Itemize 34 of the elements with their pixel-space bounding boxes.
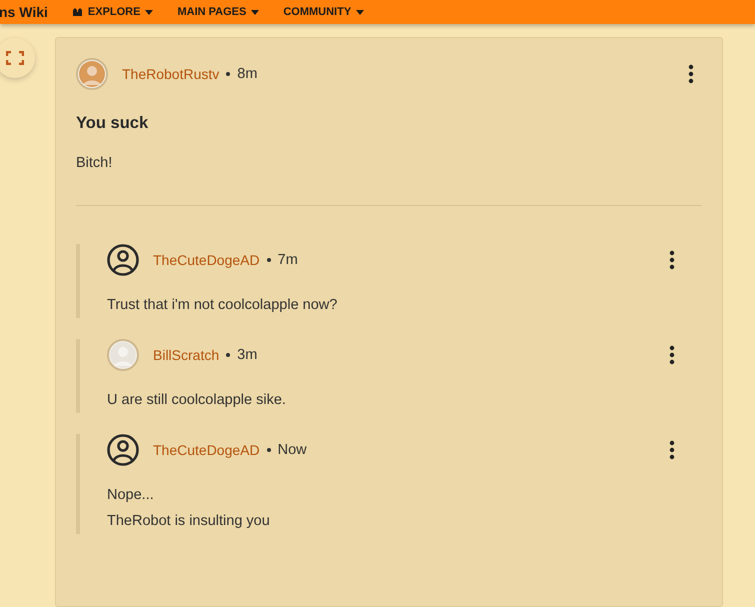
timestamp: 8m [237,66,258,82]
reply-text: U are still coolcolapple sike. [107,391,287,410]
reply-text: Trust that i'm not coolcolapple now? [107,296,338,315]
separator-dot-icon [266,448,271,452]
nav-menu-link[interactable]: COMMUNITY [283,6,352,18]
timestamp: 7m [278,252,298,268]
default-avatar-icon [107,244,139,276]
nav-menu-link[interactable]: MAIN PAGES [177,6,246,18]
timestamp: 3m [237,347,258,363]
separator-dot-icon [226,353,230,357]
caret-icon [145,10,154,14]
nav-menu-link[interactable]: EXPLORE [88,6,140,18]
caret-icon [251,10,260,14]
username-link[interactable]: TheCuteDogeAD [153,442,260,458]
more-options-icon[interactable] [669,250,675,270]
username-link[interactable]: TheRobotRustv [122,66,220,82]
username-link[interactable]: TheCuteDogeAD [153,252,260,268]
comment-text: Bitch! [76,155,114,171]
fullscreen-button[interactable] [0,38,35,78]
caret-icon [356,10,364,14]
site-title[interactable]: ns Wiki [0,4,48,20]
separator-dot-icon [266,258,271,262]
more-options-icon[interactable] [688,64,694,84]
reply-text: Nope... [107,486,155,505]
fullscreen-icon [6,51,24,65]
more-options-icon[interactable] [669,345,675,365]
username-link[interactable]: BillScratch [153,347,220,363]
timestamp: Now [278,442,307,458]
reply-text: TheRobot is insulting you [107,512,271,531]
separator-dot-icon [226,72,230,76]
explore-icon [72,7,83,17]
more-options-icon[interactable] [669,440,675,460]
comment-title: You suck [76,114,150,133]
default-avatar-icon [107,434,139,466]
